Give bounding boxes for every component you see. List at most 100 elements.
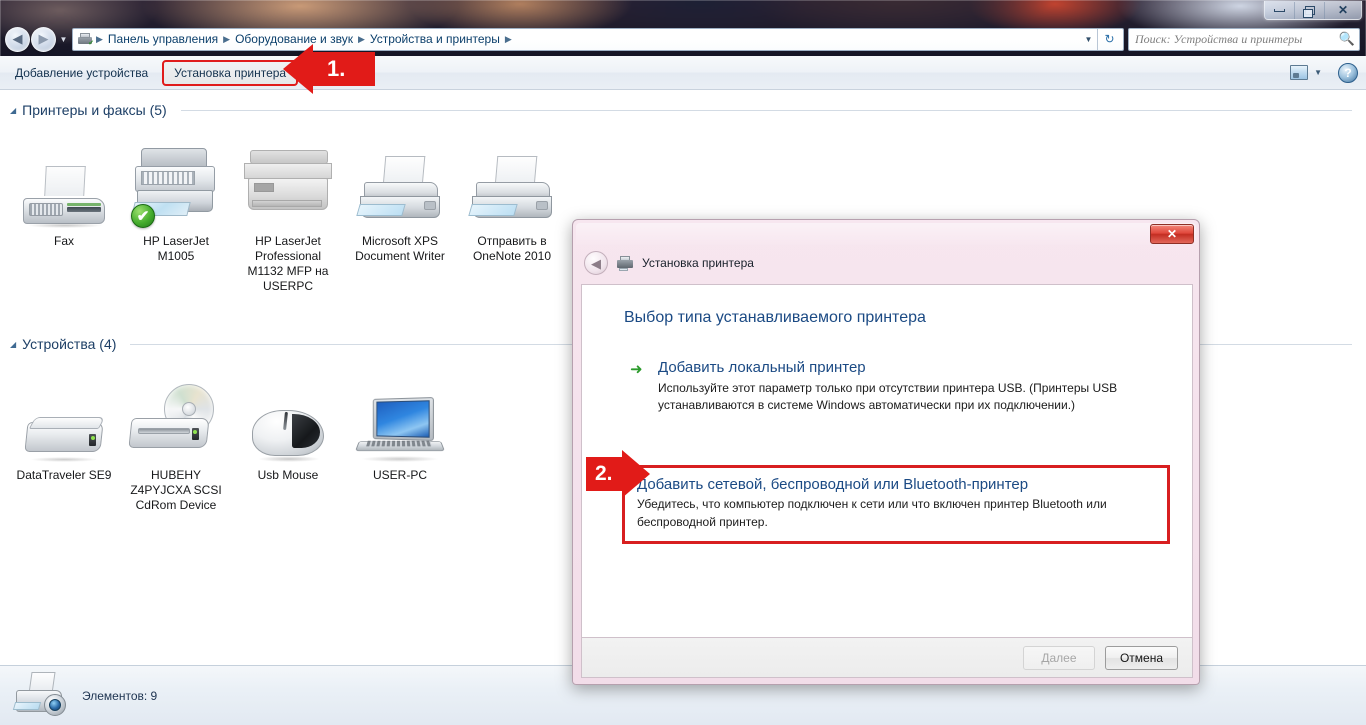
forward-button[interactable]: ▶ (31, 26, 56, 52)
address-dropdown-button[interactable]: ▼ (1080, 29, 1097, 50)
dialog-heading: Выбор типа устанавливаемого принтера (624, 309, 926, 326)
callout-arrow-left-icon (283, 44, 313, 94)
printer-camera-icon (12, 671, 68, 720)
refresh-icon: ↻ (1104, 32, 1115, 46)
collapse-triangle-icon[interactable]: ◢ (10, 106, 16, 115)
callout-number: 2. (595, 462, 613, 485)
breadcrumb-bar[interactable]: ✔ ▶ Панель управления ▶ Оборудование и з… (72, 27, 1124, 51)
printer-mfp-offline-icon (242, 150, 334, 228)
callout-number: 1. (327, 56, 346, 81)
breadcrumb-separator-3: ▶ (504, 33, 512, 44)
minimize-button[interactable] (1265, 1, 1295, 19)
collapse-triangle-icon[interactable]: ◢ (10, 340, 16, 349)
dialog-footer: Далее Отмена (581, 638, 1193, 678)
breadcrumb-item-0[interactable]: Панель управления (104, 30, 222, 48)
icon-wrap (128, 370, 222, 462)
window-titlebar: ✕ (0, 0, 1366, 22)
annotation-callout-1: 1. (283, 44, 375, 94)
dialog-title: Установка принтера (642, 256, 754, 270)
breadcrumb-separator-0: ▶ (96, 33, 103, 44)
icon-wrap (248, 370, 328, 462)
icon-wrap (24, 370, 106, 462)
breadcrumb-item-2[interactable]: Устройства и принтеры (366, 30, 504, 48)
install-printer-dialog: ✕ ◀ Установка принтера Выбор типа устана… (572, 219, 1200, 685)
device-tile-usb-mouse[interactable]: Usb Mouse (232, 366, 344, 517)
search-input[interactable]: Поиск: Устройства и принтеры (1135, 32, 1339, 47)
address-bar-row: ◀ ▶ ▼ ✔ ▶ Панель управления ▶ Оборудован… (0, 22, 1366, 56)
device-label: HUBEHY Z4PYJCXA SCSI CdRom Device (130, 468, 222, 512)
device-tile-hp-laserjet-m1132[interactable]: HP LaserJet Professional M1132 MFP на USERP… (232, 132, 344, 298)
search-box[interactable]: Поиск: Устройства и принтеры 🔍 (1128, 27, 1360, 51)
device-label: DataTraveler SE9 (16, 468, 112, 482)
device-label: Usb Mouse (257, 468, 319, 482)
change-view-icon[interactable] (1290, 65, 1309, 80)
device-label: Fax (53, 234, 74, 248)
option-add-local-printer[interactable]: ➜ Добавить локальный принтер Используйте… (624, 357, 1172, 421)
chevron-down-icon: ▼ (1314, 68, 1322, 77)
printer-inkjet-icon (468, 156, 554, 228)
command-toolbar: Добавление устройства Установка принтера… (0, 56, 1366, 90)
default-printer-check-icon: ✔ (131, 204, 155, 228)
arrow-right-icon: ➜ (630, 361, 643, 378)
printer-mfp-icon: ✔ (131, 146, 221, 228)
annotation-callout-2: 2. (586, 450, 652, 498)
chevron-down-icon: ▼ (1084, 34, 1093, 44)
dialog-body: Выбор типа устанавливаемого принтера ➜ Д… (581, 284, 1193, 638)
mouse-icon (248, 406, 328, 462)
maximize-icon (1302, 5, 1315, 18)
laptop-icon (354, 397, 446, 462)
device-tile-hp-laserjet-m1005[interactable]: ✔ HP LaserJet M1005 (120, 132, 232, 298)
option-description: Убедитесь, что компьютер подключен к сет… (637, 497, 1107, 529)
icon-wrap (468, 136, 554, 228)
search-icon: 🔍 (1338, 31, 1355, 46)
refresh-button[interactable]: ↻ (1097, 28, 1121, 50)
option-add-network-printer[interactable]: Добавить сетевой, беспроводной или Bluet… (622, 464, 1170, 545)
group-title-devices: Устройства (4) (22, 336, 117, 352)
navigation-buttons: ◀ ▶ ▼ (5, 26, 70, 52)
device-tile-cdrom[interactable]: HUBEHY Z4PYJCXA SCSI CdRom Device (120, 366, 232, 517)
usb-drive-icon (24, 410, 106, 462)
device-tile-user-pc[interactable]: USER-PC (344, 366, 456, 517)
device-tile-fax[interactable]: Fax (8, 132, 120, 298)
icon-wrap (242, 136, 334, 228)
minimize-icon (1274, 8, 1285, 12)
back-arrow-icon: ◀ (12, 31, 23, 46)
device-label: Microsoft XPS Document Writer (355, 234, 445, 263)
help-button[interactable]: ? (1338, 62, 1358, 83)
window-controls: ✕ (1264, 1, 1362, 20)
breadcrumb-separator-1: ▶ (223, 33, 231, 44)
option-description: Используйте этот параметр только при отс… (658, 380, 1118, 413)
device-tile-microsoft-xps-document-writer[interactable]: Microsoft XPS Document Writer (344, 132, 456, 298)
device-label: USER-PC (372, 468, 427, 482)
close-icon: ✕ (1337, 3, 1349, 17)
dialog-close-button[interactable]: ✕ (1150, 224, 1194, 244)
toolbar-right-group: ▼ ? (1290, 62, 1366, 83)
device-label: Отправить в OneNote 2010 (472, 234, 552, 263)
close-button[interactable]: ✕ (1325, 2, 1361, 19)
icon-wrap (354, 370, 446, 462)
history-dropdown-button[interactable]: ▼ (57, 29, 70, 49)
icon-wrap (356, 136, 442, 228)
cdrom-drive-icon (128, 384, 222, 462)
maximize-button[interactable] (1295, 1, 1325, 19)
device-label: HP LaserJet M1005 (143, 234, 209, 263)
dialog-back-button[interactable]: ◀ (584, 251, 608, 275)
back-button[interactable]: ◀ (5, 26, 30, 52)
device-tile-send-to-onenote-2010[interactable]: Отправить в OneNote 2010 (456, 132, 568, 298)
devices-printers-icon: ✔ (77, 32, 94, 47)
install-printer-button[interactable]: Установка принтера (162, 59, 299, 86)
dialog-header: ◀ Установка принтера (576, 245, 1196, 281)
device-tile-datatraveler-se9[interactable]: DataTraveler SE9 (8, 366, 120, 517)
device-label: HP LaserJet Professional M1132 MFP на USERP… (247, 234, 329, 293)
group-title-printers: Принтеры и факсы (5) (22, 102, 167, 118)
cancel-button[interactable]: Отмена (1104, 645, 1178, 670)
status-item-count: Элементов: 9 (82, 688, 158, 703)
next-button[interactable]: Далее (1022, 645, 1095, 670)
add-device-button[interactable]: Добавление устройства (4, 61, 159, 85)
view-dropdown-button[interactable]: ▼ (1310, 68, 1330, 77)
forward-arrow-icon: ▶ (38, 31, 49, 46)
option-title: Добавить локальный принтер (658, 359, 866, 376)
group-header-printers: ◢ Принтеры и факсы (5) (0, 90, 1366, 118)
printer-inkjet-icon (356, 156, 442, 228)
printer-icon (616, 255, 634, 271)
